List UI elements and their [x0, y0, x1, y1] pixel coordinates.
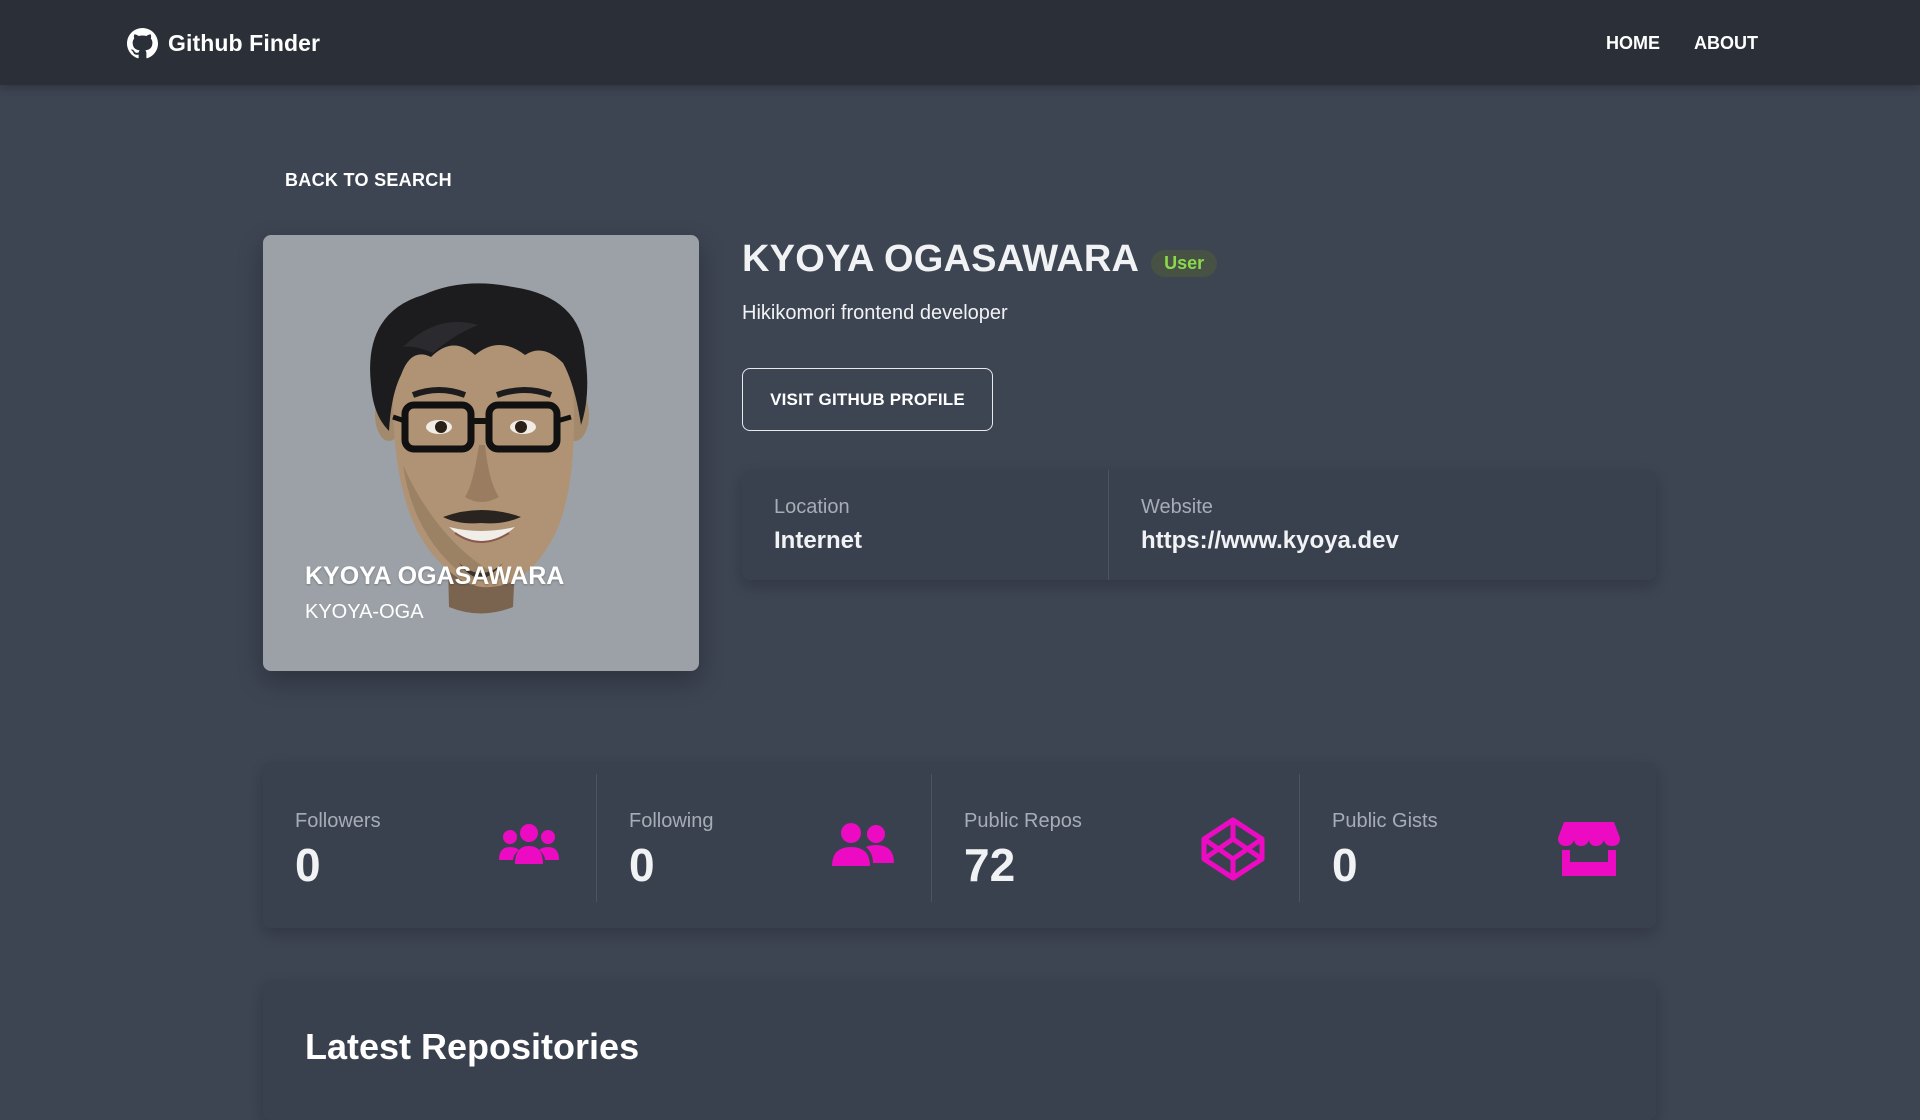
- github-icon: [127, 27, 158, 58]
- stat-label: Public Repos: [964, 810, 1082, 832]
- profile-info-box: Location Internet Website https://www.ky…: [742, 470, 1656, 580]
- latest-repositories-section: Latest Repositories: [263, 980, 1656, 1120]
- user-friends-icon: [832, 823, 894, 866]
- brand-text: Github Finder: [168, 29, 321, 56]
- user-type-badge: User: [1151, 250, 1218, 277]
- profile-header: KYOYA OGASAWARA User: [742, 238, 1218, 281]
- users-icon: [499, 824, 559, 864]
- stat-label: Following: [629, 810, 714, 832]
- location-label: Location: [774, 496, 850, 518]
- stat-value: 0: [295, 839, 321, 891]
- store-icon: [1558, 822, 1620, 876]
- brand-link[interactable]: Github Finder: [127, 27, 320, 59]
- stat-value: 0: [629, 839, 655, 891]
- nav-links: HOME ABOUT: [1589, 31, 1775, 55]
- stat-value: 0: [1332, 839, 1358, 891]
- nav-about-link[interactable]: ABOUT: [1677, 31, 1775, 55]
- back-to-search-button[interactable]: BACK TO SEARCH: [285, 170, 452, 191]
- avatar-name: KYOYA OGASAWARA: [305, 562, 565, 590]
- website-cell: Website https://www.kyoya.dev: [1109, 470, 1431, 580]
- profile-bio: Hikikomori frontend developer: [742, 302, 1008, 324]
- stat-label: Followers: [295, 810, 381, 832]
- nav-home-link[interactable]: HOME: [1589, 31, 1677, 55]
- stats-box: Followers 0 Following 0 Public Repos 72 …: [263, 762, 1656, 928]
- website-link[interactable]: https://www.kyoya.dev: [1141, 527, 1399, 555]
- avatar-login: KYOYA-OGA: [305, 601, 424, 623]
- stat-following: Following 0: [597, 774, 932, 902]
- navbar: Github Finder HOME ABOUT: [0, 0, 1920, 85]
- website-label: Website: [1141, 496, 1213, 518]
- visit-github-profile-button[interactable]: VISIT GITHUB PROFILE: [742, 368, 993, 431]
- stat-public-repos: Public Repos 72: [932, 774, 1300, 902]
- codepen-icon: [1201, 817, 1265, 881]
- location-cell: Location Internet: [742, 470, 1109, 580]
- avatar-card: KYOYA OGASAWARA KYOYA-OGA: [263, 235, 699, 671]
- stat-label: Public Gists: [1332, 810, 1438, 832]
- stat-public-gists: Public Gists 0: [1300, 774, 1656, 902]
- latest-repositories-title: Latest Repositories: [305, 1026, 640, 1067]
- profile-name: KYOYA OGASAWARA: [742, 238, 1140, 280]
- location-value: Internet: [774, 527, 863, 554]
- stat-followers: Followers 0: [263, 774, 597, 902]
- stat-value: 72: [964, 839, 1016, 891]
